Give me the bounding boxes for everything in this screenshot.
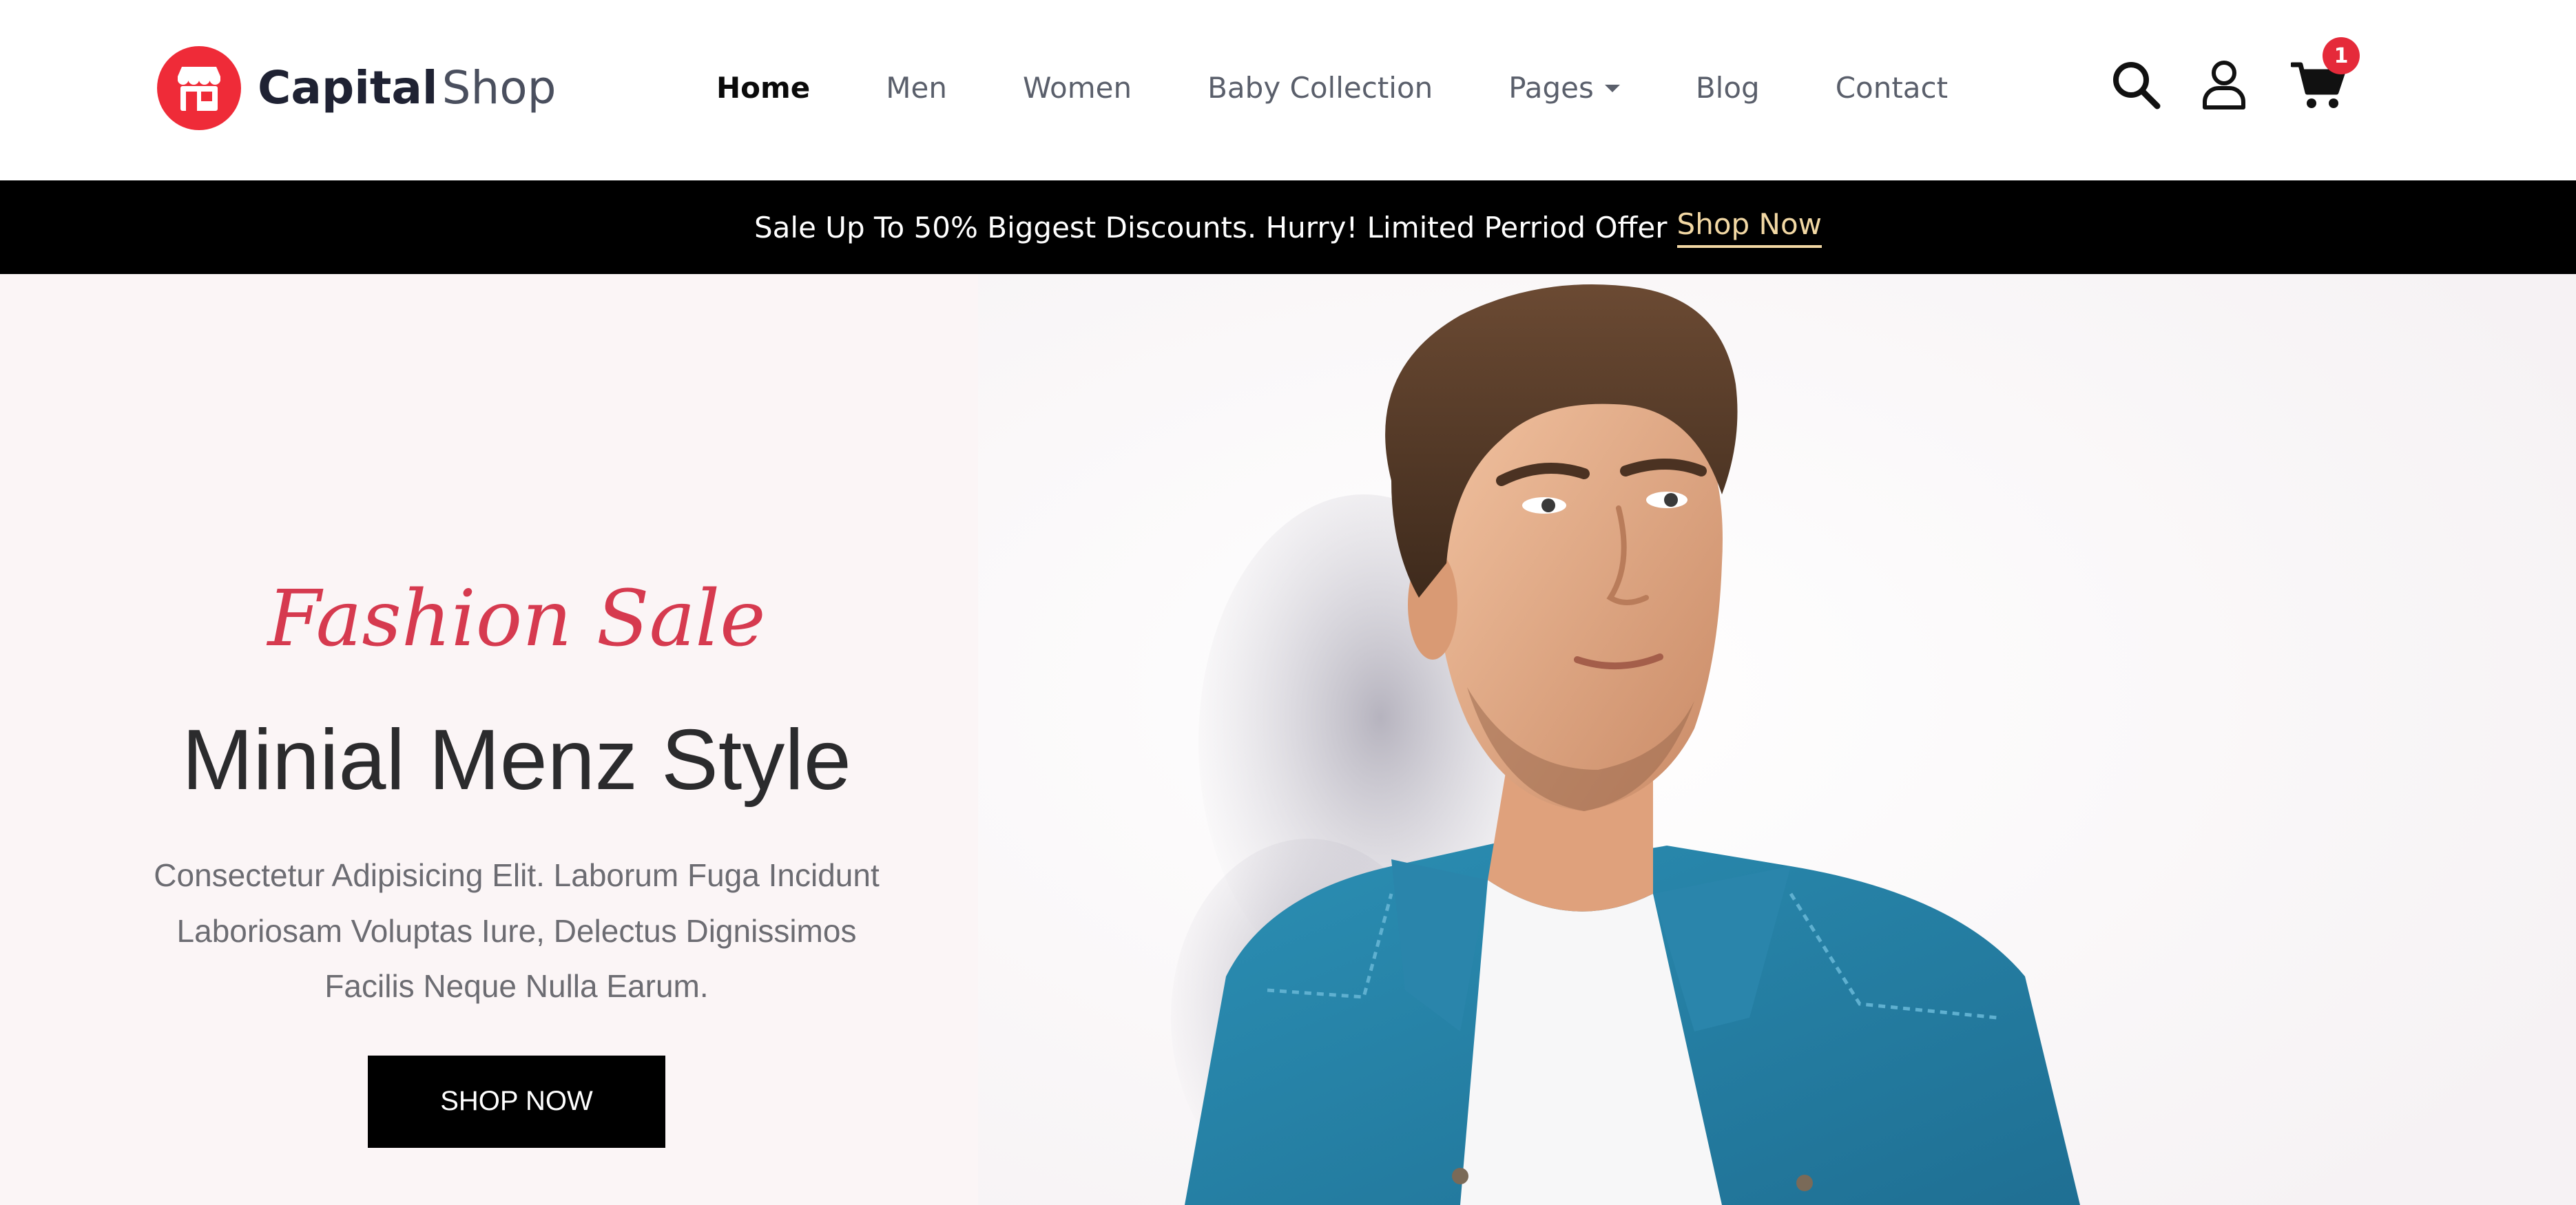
user-icon[interactable] bbox=[2201, 59, 2247, 110]
shop-now-button[interactable]: SHOP NOW bbox=[368, 1055, 665, 1148]
promo-shop-now-link[interactable]: Shop Now bbox=[1676, 207, 1822, 248]
nav-item-label: Men bbox=[886, 70, 947, 105]
nav-item-blog[interactable]: Blog bbox=[1696, 71, 1760, 105]
hero-model-image bbox=[978, 274, 2576, 1205]
brand-name-light: Shop bbox=[442, 61, 557, 114]
cart-count-badge: 1 bbox=[2323, 37, 2360, 74]
brand-logo[interactable]: CapitalShop bbox=[157, 45, 557, 131]
promo-bar: Sale Up To 50% Biggest Discounts. Hurry!… bbox=[0, 180, 2576, 274]
nav-item-label: Contact bbox=[1835, 70, 1949, 105]
nav-item-baby-collection[interactable]: Baby Collection bbox=[1207, 71, 1433, 105]
shop-icon bbox=[157, 46, 241, 130]
hero-title: Minial Menz Style bbox=[182, 713, 851, 808]
nav-item-contact[interactable]: Contact bbox=[1836, 71, 1948, 105]
nav-item-home[interactable]: Home bbox=[716, 71, 810, 105]
nav-item-label: Women bbox=[1022, 70, 1132, 105]
nav-item-label: Home bbox=[716, 70, 811, 105]
brand-name: CapitalShop bbox=[258, 65, 557, 111]
nav-item-label: Blog bbox=[1695, 70, 1760, 105]
nav-item-men[interactable]: Men bbox=[886, 71, 947, 105]
site-header: CapitalShop Home Men Women Baby Collecti… bbox=[0, 0, 2576, 180]
nav-item-pages[interactable]: Pages bbox=[1508, 71, 1620, 105]
brand-name-bold: Capital bbox=[258, 61, 438, 114]
hero-description: Consectetur Adipisicing Elit. Laborum Fu… bbox=[154, 857, 880, 1005]
promo-text: Sale Up To 50% Biggest Discounts. Hurry!… bbox=[754, 210, 1668, 244]
caret-down-icon bbox=[1604, 84, 1620, 92]
nav-item-label: Pages bbox=[1508, 70, 1594, 105]
hero-content: Fashion Sale Minial Menz Style Consectet… bbox=[117, 574, 916, 1148]
search-icon[interactable] bbox=[2110, 59, 2161, 110]
hero-banner: Fashion Sale Minial Menz Style Consectet… bbox=[0, 274, 2576, 1205]
nav-item-label: Baby Collection bbox=[1207, 70, 1433, 105]
hero-tagline: Fashion Sale bbox=[267, 574, 766, 664]
nav-item-women[interactable]: Women bbox=[1023, 71, 1132, 105]
main-nav: Home Men Women Baby Collection Pages Blo… bbox=[716, 62, 1948, 113]
